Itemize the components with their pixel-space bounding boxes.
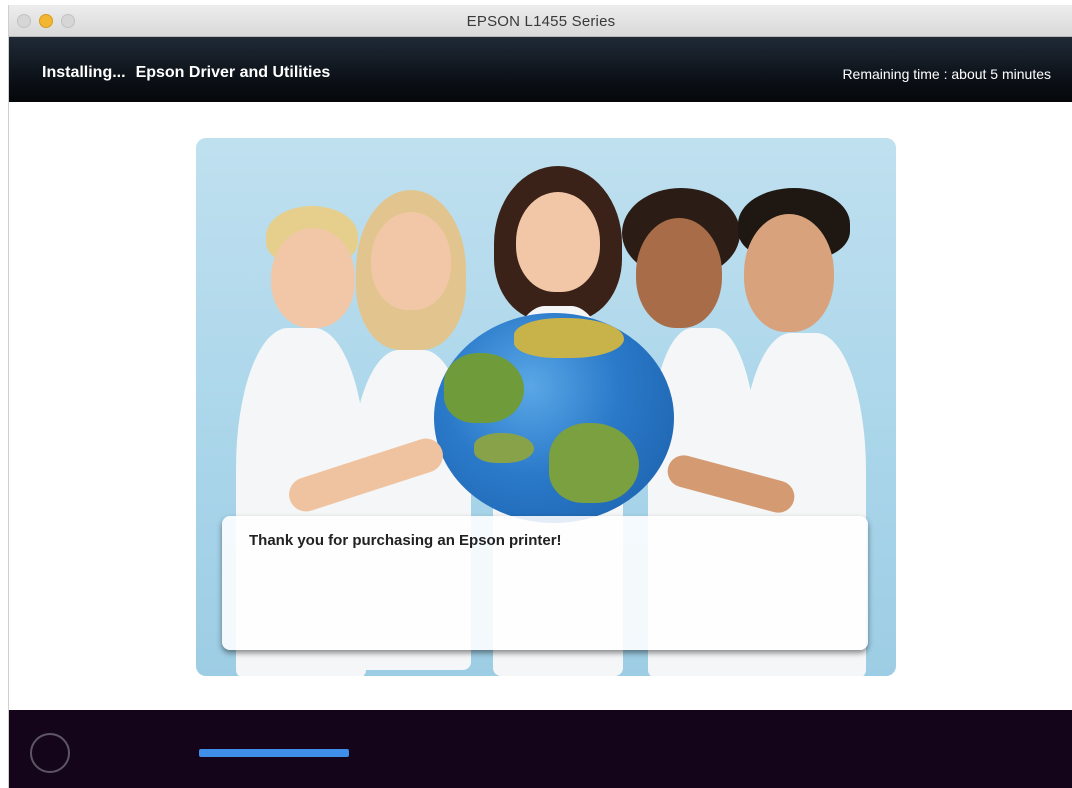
installer-window: EPSON L1455 Series Installing... Epson Dr… (8, 5, 1072, 788)
status-label: Installing... (42, 64, 126, 81)
activity-spinner-icon (30, 733, 70, 773)
progress-bar-fill (199, 749, 349, 757)
progress-bar (199, 749, 799, 757)
component-name: Epson Driver and Utilities (135, 64, 331, 81)
window-title: EPSON L1455 Series (466, 13, 616, 30)
install-status-header: Installing... Epson Driver and Utilities … (9, 37, 1072, 102)
progress-footer (9, 710, 1072, 788)
install-status: Installing... Epson Driver and Utilities (42, 64, 330, 82)
content-area: Thank you for purchasing an Epson printe… (9, 102, 1072, 710)
hero-image: Thank you for purchasing an Epson printe… (196, 138, 896, 676)
remaining-time: Remaining time : about 5 minutes (842, 66, 1051, 82)
thank-you-message: Thank you for purchasing an Epson printe… (249, 532, 562, 549)
title-bar: EPSON L1455 Series (9, 5, 1072, 37)
globe-image (434, 313, 674, 523)
message-panel: Thank you for purchasing an Epson printe… (222, 516, 868, 650)
